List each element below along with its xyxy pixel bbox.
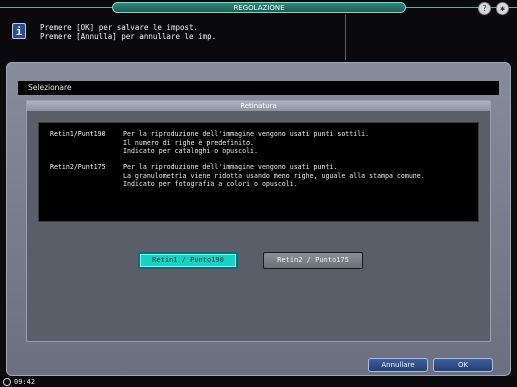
description-line: La granulometria viene ridotta usando me… [123,171,425,180]
message-line-1: Premere [OK] per salvare le impost. [40,23,199,32]
select-label: Selezionare [18,81,499,95]
description-line: Il numero di righe è predefinito. [123,138,255,147]
description-line: Per la riproduzione dell'immagine vengon… [123,130,370,138]
message-line-2: Premere [Annulla] per annullare le imp. [40,32,217,41]
cancel-button[interactable]: Annullare [368,358,428,372]
description-name: Retin1/Punt190 [50,130,106,138]
description-name: Retin2/Punt175 [50,163,106,171]
clock-icon [3,378,11,386]
description-line: Indicato per cataloghi o opuscoli. [123,147,258,155]
header-divider [345,15,346,60]
option-retin1-punto190-button[interactable]: Retin1 / Punto190 [138,252,238,269]
description-line: Indicato per fotografia a colori o opusc… [123,180,298,188]
status-bar [0,376,517,387]
info-icon: i [12,23,26,39]
ok-button[interactable]: OK [433,358,493,372]
section-title: Retinatura [27,101,490,111]
gear-icon[interactable]: ✱ [496,2,509,15]
description-line: Per la riproduzione dell'immagine vengon… [123,163,338,171]
option-retin2-punto175-button[interactable]: Retin2 / Punto175 [263,252,363,269]
help-icon[interactable]: ? [478,2,491,15]
clock-time: 09:42 [14,378,36,386]
screen-title: REGOLAZIONE [112,2,406,13]
